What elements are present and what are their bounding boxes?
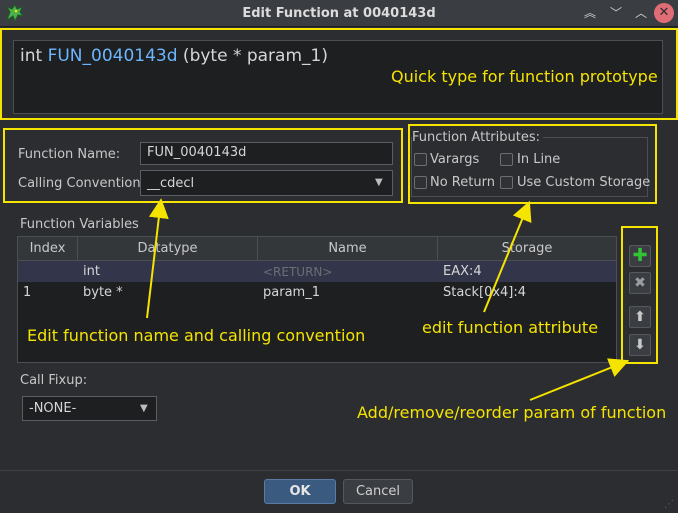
annotation-arrows — [146, 198, 630, 401]
arrow-to-attributes — [483, 200, 532, 313]
arrow-to-name-group — [146, 198, 169, 319]
arrow-to-param-buttons — [529, 358, 630, 401]
